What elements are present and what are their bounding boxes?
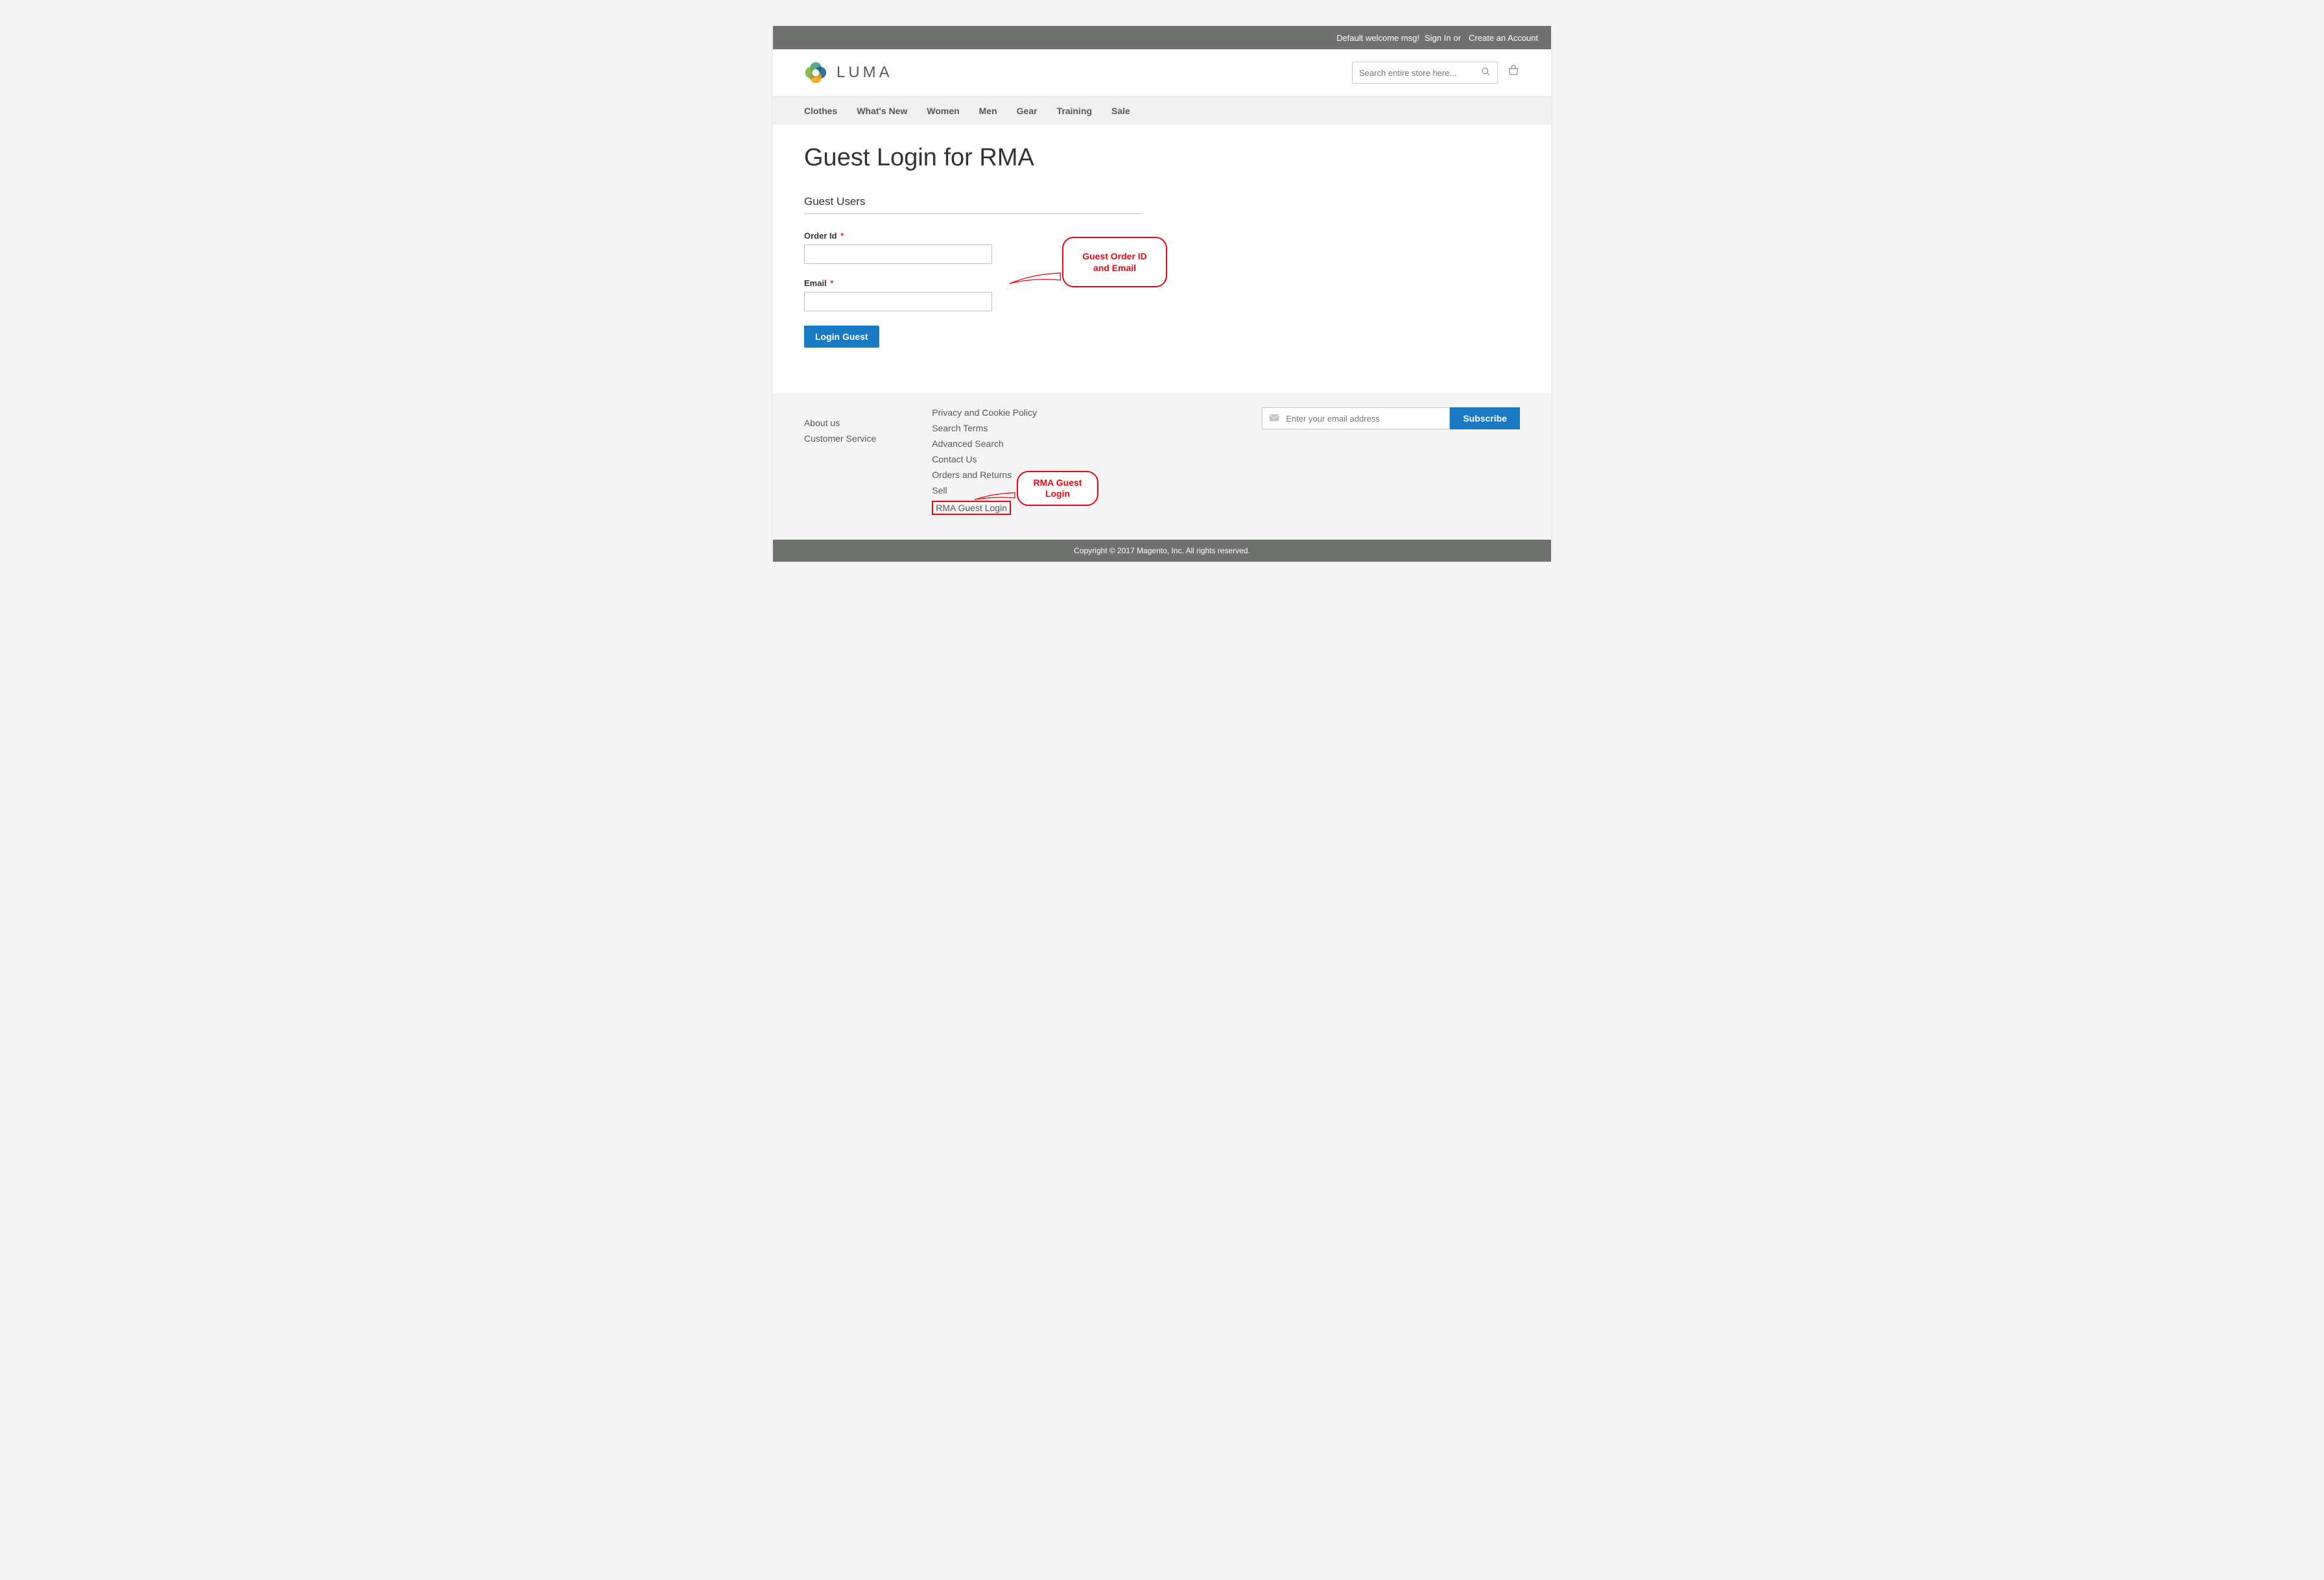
footer-advanced-search[interactable]: Advanced Search <box>932 438 1037 449</box>
newsletter-input-wrap <box>1262 407 1450 429</box>
cart-icon[interactable] <box>1507 65 1520 81</box>
content: Guest Login for RMA Guest Users Order Id… <box>773 125 1551 393</box>
nav-whats-new[interactable]: What's New <box>857 106 907 116</box>
nav-training[interactable]: Training <box>1057 106 1092 116</box>
footer-customer-service[interactable]: Customer Service <box>804 433 876 444</box>
guest-login-form: Guest Users Order Id * Email * Login Gue… <box>804 195 1141 348</box>
page-title: Guest Login for RMA <box>804 144 1520 172</box>
logo-icon <box>804 61 827 84</box>
footer-search-terms[interactable]: Search Terms <box>932 423 1037 433</box>
search-box[interactable] <box>1352 62 1498 84</box>
subscribe-button[interactable]: Subscribe <box>1450 407 1520 429</box>
footer-contact-us[interactable]: Contact Us <box>932 454 1037 464</box>
nav-clothes[interactable]: Clothes <box>804 106 837 116</box>
copyright-bar: Copyright © 2017 Magento, Inc. All right… <box>773 540 1551 562</box>
envelope-icon <box>1269 413 1279 424</box>
welcome-msg: Default welcome msg! <box>1336 33 1419 43</box>
newsletter-form: Subscribe <box>1262 407 1520 429</box>
top-bar: Default welcome msg! Sign In or Create a… <box>773 26 1551 49</box>
footer: About us Customer Service Privacy and Co… <box>773 393 1551 540</box>
main-nav: Clothes What's New Women Men Gear Traini… <box>773 96 1551 125</box>
email-input[interactable] <box>804 292 992 311</box>
header: LUMA <box>773 49 1551 96</box>
nav-women[interactable]: Women <box>927 106 959 116</box>
callout-rma-guest-login: RMA Guest Login <box>1017 471 1098 506</box>
nav-sale[interactable]: Sale <box>1111 106 1130 116</box>
section-heading: Guest Users <box>804 195 1141 214</box>
create-account-link[interactable]: Create an Account <box>1469 33 1538 43</box>
footer-about-us[interactable]: About us <box>804 418 876 428</box>
header-right <box>1352 62 1520 84</box>
nav-men[interactable]: Men <box>979 106 997 116</box>
footer-left: About us Customer Service Privacy and Co… <box>804 407 1037 520</box>
search-icon[interactable] <box>1481 67 1491 79</box>
login-guest-button[interactable]: Login Guest <box>804 326 879 348</box>
brand-name: LUMA <box>836 64 893 82</box>
footer-privacy[interactable]: Privacy and Cookie Policy <box>932 407 1037 418</box>
page-wrapper: Default welcome msg! Sign In or Create a… <box>773 26 1551 562</box>
newsletter-email-input[interactable] <box>1286 414 1443 424</box>
sign-in-link[interactable]: Sign In <box>1425 33 1451 43</box>
footer-col-about: About us Customer Service <box>804 407 876 520</box>
order-id-input[interactable] <box>804 245 992 264</box>
nav-gear[interactable]: Gear <box>1017 106 1038 116</box>
logo[interactable]: LUMA <box>804 61 893 84</box>
search-input[interactable] <box>1359 68 1481 78</box>
or-separator: or <box>1453 33 1461 43</box>
callout-guest-order-id: Guest Order ID and Email <box>1062 237 1167 287</box>
